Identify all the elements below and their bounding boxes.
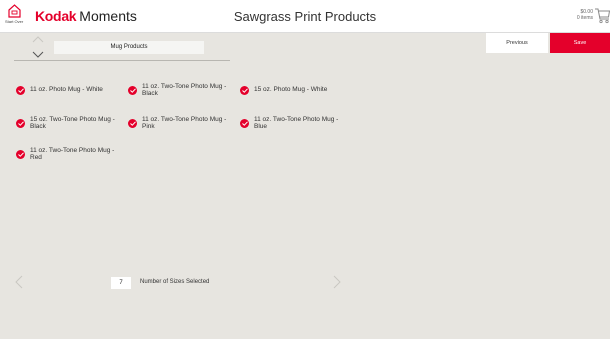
option-item[interactable]: 11 oz. Two-Tone Photo Mug - Red <box>16 147 125 161</box>
option-item[interactable]: 15 oz. Photo Mug - White <box>240 86 349 95</box>
sizes-count: 7 <box>111 277 131 289</box>
chevron-down-icon[interactable] <box>32 51 44 59</box>
option-label: 11 oz. Two-Tone Photo Mug - Pink <box>142 116 227 130</box>
check-icon <box>128 86 137 95</box>
cart-items: 0 items <box>576 15 593 21</box>
save-button[interactable]: Save <box>550 33 610 53</box>
check-icon <box>16 86 25 95</box>
option-label: 15 oz. Photo Mug - White <box>254 86 328 93</box>
option-label: 11 oz. Two-Tone Photo Mug - Red <box>30 147 115 161</box>
option-label: 11 oz. Photo Mug - White <box>30 86 103 93</box>
category-selector[interactable]: Mug Products <box>54 41 204 54</box>
chevron-up-icon[interactable] <box>32 35 44 43</box>
page-title: Sawgrass Print Products <box>233 9 377 24</box>
sizes-count-label: Number of Sizes Selected <box>140 279 210 285</box>
chevron-left-icon[interactable] <box>15 275 23 289</box>
cart-icon[interactable] <box>594 6 610 24</box>
check-icon <box>16 119 25 128</box>
option-label: 15 oz. Two-Tone Photo Mug - Black <box>30 116 115 130</box>
option-label: 11 oz. Two-Tone Photo Mug - Black <box>142 83 227 97</box>
chevron-right-icon[interactable] <box>333 275 341 289</box>
check-icon <box>128 119 137 128</box>
cart-summary[interactable]: $0.00 0 items <box>577 9 593 21</box>
app-header: Start Over Kodak Moments Sawgrass Print P… <box>0 0 610 33</box>
option-item[interactable]: 11 oz. Photo Mug - White <box>16 86 125 95</box>
main-content: Mug Products Previous Save 11 oz. Photo … <box>0 33 610 339</box>
option-item[interactable]: 11 oz. Two-Tone Photo Mug - Pink <box>128 116 237 130</box>
option-label: 11 oz. Two-Tone Photo Mug - Blue <box>254 116 339 130</box>
check-icon <box>16 150 25 159</box>
category-divider <box>14 60 230 61</box>
previous-button[interactable]: Previous <box>486 33 548 53</box>
option-item[interactable]: 11 oz. Two-Tone Photo Mug - Blue <box>240 116 349 130</box>
check-icon <box>240 86 249 95</box>
option-item[interactable]: 15 oz. Two-Tone Photo Mug - Black <box>16 116 125 130</box>
option-item[interactable]: 11 oz. Two-Tone Photo Mug - Black <box>128 83 237 97</box>
check-icon <box>240 119 249 128</box>
